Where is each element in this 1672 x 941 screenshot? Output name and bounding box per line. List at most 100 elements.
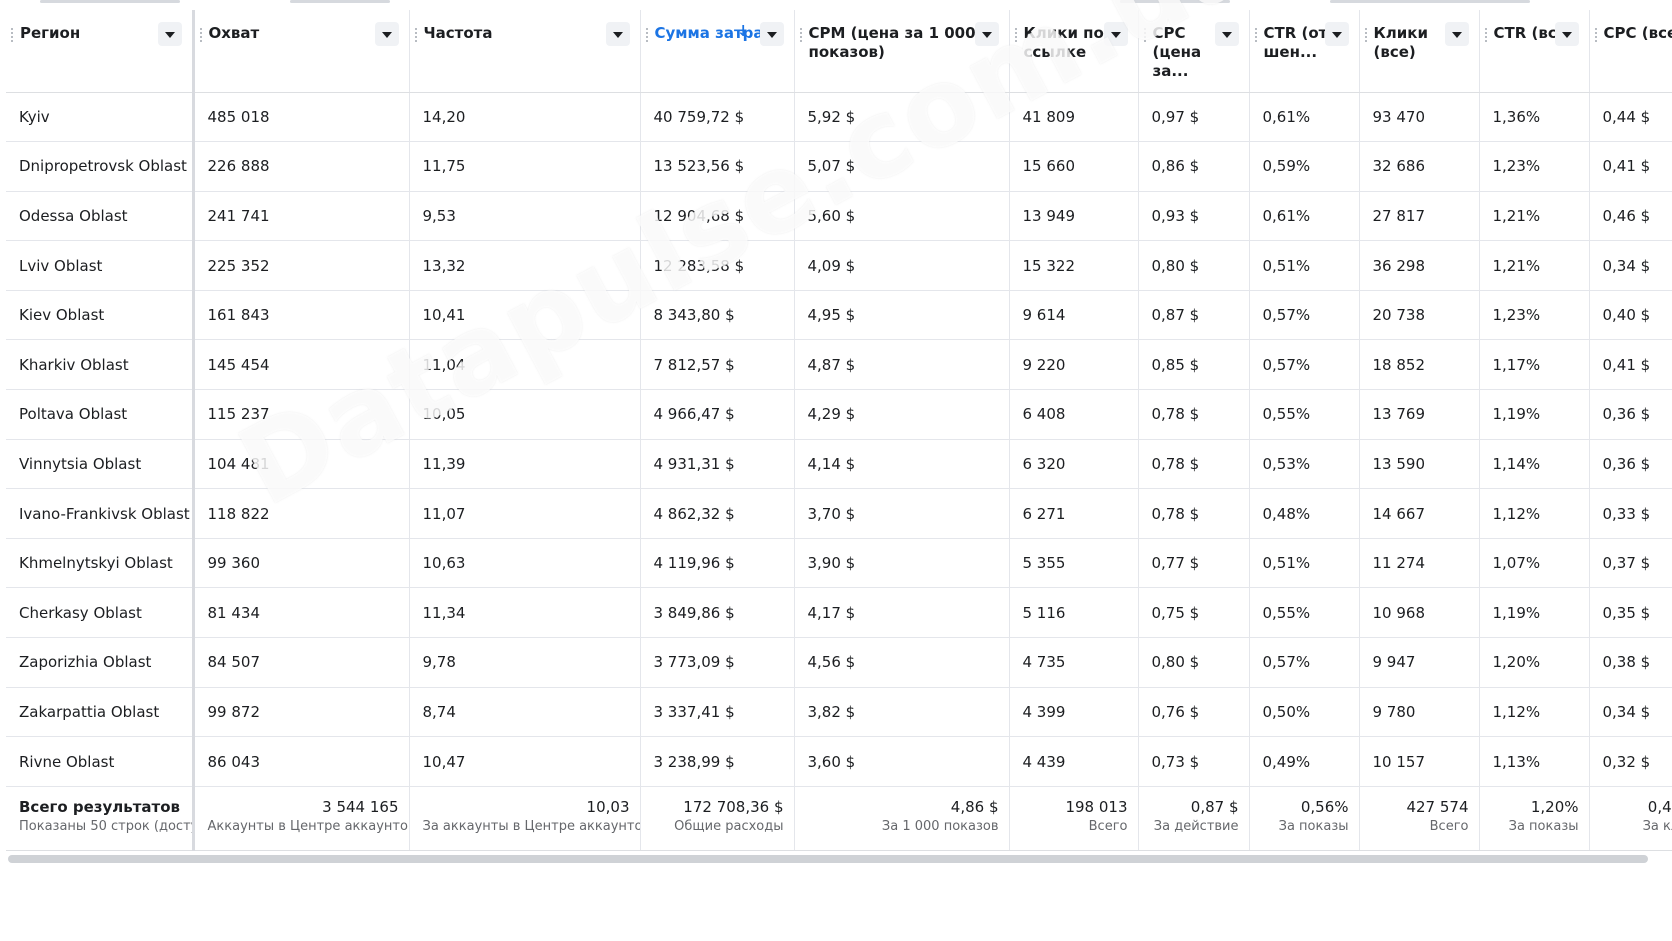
totals-cell: 0,87 $ За действие xyxy=(1138,786,1250,851)
column-header-0[interactable]: Регион xyxy=(6,10,195,93)
column-header-5[interactable]: Клики по ссылке xyxy=(1009,10,1139,93)
metric-cell: 4 931,31 $ xyxy=(640,439,795,490)
metric-cell: 5,92 $ xyxy=(794,92,1010,143)
metric-cell: 9 220 xyxy=(1009,339,1139,391)
totals-caption: За клик xyxy=(1642,818,1672,834)
column-header-10[interactable]: CPC (все) xyxy=(1589,10,1672,93)
metric-cell: 13 590 xyxy=(1359,439,1480,490)
metric-cell: 0,41 $ xyxy=(1589,141,1672,192)
totals-value: 4,86 $ xyxy=(950,797,999,816)
metric-cell: 10,63 xyxy=(409,538,641,589)
metric-cell: 1,23% xyxy=(1479,290,1590,341)
horizontal-scrollbar[interactable] xyxy=(8,855,1648,863)
metric-cell: 5 116 xyxy=(1009,587,1139,639)
metric-cell: 10 968 xyxy=(1359,587,1480,639)
metric-cell: 241 741 xyxy=(193,191,410,242)
column-header-3[interactable]: Сумма затрат ↓ xyxy=(640,10,795,93)
chevron-down-icon[interactable] xyxy=(1554,22,1579,46)
metric-cell: 13 949 xyxy=(1009,191,1139,242)
table-row[interactable]: Dnipropetrovsk Oblast 226 888 11,75 13 523,… xyxy=(6,141,1672,192)
metric-cell: 0,53% xyxy=(1249,439,1360,490)
drag-handle-icon[interactable] xyxy=(11,28,13,42)
metric-cell: 3 773,09 $ xyxy=(640,637,795,688)
drag-handle-icon[interactable] xyxy=(1364,28,1367,42)
table-row[interactable]: Zaporizhia Oblast 84 507 9,78 3 773,09 $4,5… xyxy=(6,637,1672,688)
metric-cell: 1,19% xyxy=(1479,389,1590,440)
metric-cell: 41 809 xyxy=(1009,92,1139,143)
totals-caption: За аккаунты в Центре аккаунтов xyxy=(422,818,640,834)
totals-cell: 198 013 Всего xyxy=(1009,786,1139,851)
metric-cell: 226 888 xyxy=(193,141,410,192)
metric-cell: 0,57% xyxy=(1249,339,1360,391)
metric-cell: 0,48% xyxy=(1249,488,1360,539)
chevron-down-icon[interactable] xyxy=(1324,22,1349,46)
drag-handle-icon[interactable] xyxy=(1014,28,1017,42)
table-row[interactable]: Poltava Oblast 115 237 10,05 4 966,47 $4,29… xyxy=(6,389,1672,440)
metric-cell: 0,61% xyxy=(1249,92,1360,143)
chevron-down-icon[interactable] xyxy=(605,22,630,46)
table-row[interactable]: Vinnytsia Oblast 104 481 11,39 4 931,31 $4,… xyxy=(6,439,1672,490)
metric-cell: 99 872 xyxy=(193,687,410,738)
metric-cell: 1,36% xyxy=(1479,92,1590,143)
metric-cell: 3,60 $ xyxy=(794,736,1010,787)
column-header-1[interactable]: Охват xyxy=(193,10,410,93)
metric-cell: 0,85 $ xyxy=(1138,339,1250,391)
table-row[interactable]: Lviv Oblast 225 352 13,32 12 283,58 $4,09 $… xyxy=(6,240,1672,291)
totals-value: 1,20% xyxy=(1530,797,1579,816)
metric-cell: 118 822 xyxy=(193,488,410,539)
chevron-down-icon[interactable] xyxy=(157,22,182,46)
metric-cell: 9 947 xyxy=(1359,637,1480,688)
metric-cell: 0,51% xyxy=(1249,538,1360,589)
metric-cell: 5,60 $ xyxy=(794,191,1010,242)
table-row[interactable]: Cherkasy Oblast 81 434 11,34 3 849,86 $4,17… xyxy=(6,587,1672,639)
totals-cell: 4,86 $ За 1 000 показов xyxy=(794,786,1010,851)
metric-cell: 485 018 xyxy=(193,92,410,143)
drag-handle-icon[interactable] xyxy=(199,28,202,42)
drag-handle-icon[interactable] xyxy=(414,28,417,42)
column-header-9[interactable]: CTR (все) xyxy=(1479,10,1590,93)
drag-handle-icon[interactable] xyxy=(1484,28,1487,42)
metric-cell: 0,59% xyxy=(1249,141,1360,192)
chevron-down-icon[interactable] xyxy=(1214,22,1239,46)
chevron-down-icon[interactable] xyxy=(1444,22,1469,46)
drag-handle-icon[interactable] xyxy=(1254,28,1257,42)
table-row[interactable]: Ivano-Frankivsk Oblast 118 822 11,07 4 862,… xyxy=(6,488,1672,539)
chevron-down-icon[interactable] xyxy=(374,22,399,46)
drag-handle-icon[interactable] xyxy=(1594,28,1597,42)
metric-cell: 32 686 xyxy=(1359,141,1480,192)
metric-cell: 12 904,68 $ xyxy=(640,191,795,242)
metric-cell: 6 320 xyxy=(1009,439,1139,490)
table-row[interactable]: Zakarpattia Oblast 99 872 8,74 3 337,41 $3,… xyxy=(6,687,1672,738)
totals-cell: 1,20% За показы xyxy=(1479,786,1590,851)
metric-cell: 3,90 $ xyxy=(794,538,1010,589)
chevron-down-icon[interactable] xyxy=(759,22,784,46)
report-table-container[interactable]: Регион Охват Частота Сумма затрат ↓ CPM (цена… xyxy=(6,10,1672,853)
metric-cell: 20 738 xyxy=(1359,290,1480,341)
metric-cell: 0,78 $ xyxy=(1138,488,1250,539)
metric-cell: 4,95 $ xyxy=(794,290,1010,341)
chevron-down-icon[interactable] xyxy=(974,22,999,46)
table-row[interactable]: Odessa Oblast 241 741 9,53 12 904,68 $5,60 … xyxy=(6,191,1672,242)
table-row[interactable]: Kyiv 485 018 14,20 40 759,72 $5,92 $41 809 0… xyxy=(6,92,1672,143)
table-row[interactable]: Kharkiv Oblast 145 454 11,04 7 812,57 $4,87… xyxy=(6,339,1672,391)
drag-handle-icon[interactable] xyxy=(1143,28,1146,42)
column-header-4[interactable]: CPM (цена за 1 000 показов) xyxy=(794,10,1010,93)
metric-cell: 9,78 xyxy=(409,637,641,688)
table-row[interactable]: Khmelnytskyi Oblast 99 360 10,63 4 119,96 $… xyxy=(6,538,1672,589)
chevron-down-icon[interactable] xyxy=(1103,22,1128,46)
arrow-down-icon[interactable]: ↓ xyxy=(737,22,750,41)
column-header-6[interactable]: CPC (цена за... xyxy=(1138,10,1250,93)
top-strip-segment xyxy=(40,0,180,3)
drag-handle-icon[interactable] xyxy=(645,28,648,42)
table-row[interactable]: Rivne Oblast 86 043 10,47 3 238,99 $3,60 $4… xyxy=(6,736,1672,787)
metric-cell: 0,73 $ xyxy=(1138,736,1250,787)
column-header-7[interactable]: CTR (отно шен... xyxy=(1249,10,1360,93)
column-header-2[interactable]: Частота xyxy=(409,10,641,93)
region-cell: Dnipropetrovsk Oblast xyxy=(6,141,195,192)
table-row[interactable]: Kiev Oblast 161 843 10,41 8 343,80 $4,95 $9… xyxy=(6,290,1672,341)
column-header-8[interactable]: Клики (все) xyxy=(1359,10,1480,93)
metric-cell: 1,07% xyxy=(1479,538,1590,589)
region-cell: Zakarpattia Oblast xyxy=(6,687,195,738)
drag-handle-icon[interactable] xyxy=(799,28,802,42)
totals-value: 0,56% xyxy=(1300,797,1349,816)
